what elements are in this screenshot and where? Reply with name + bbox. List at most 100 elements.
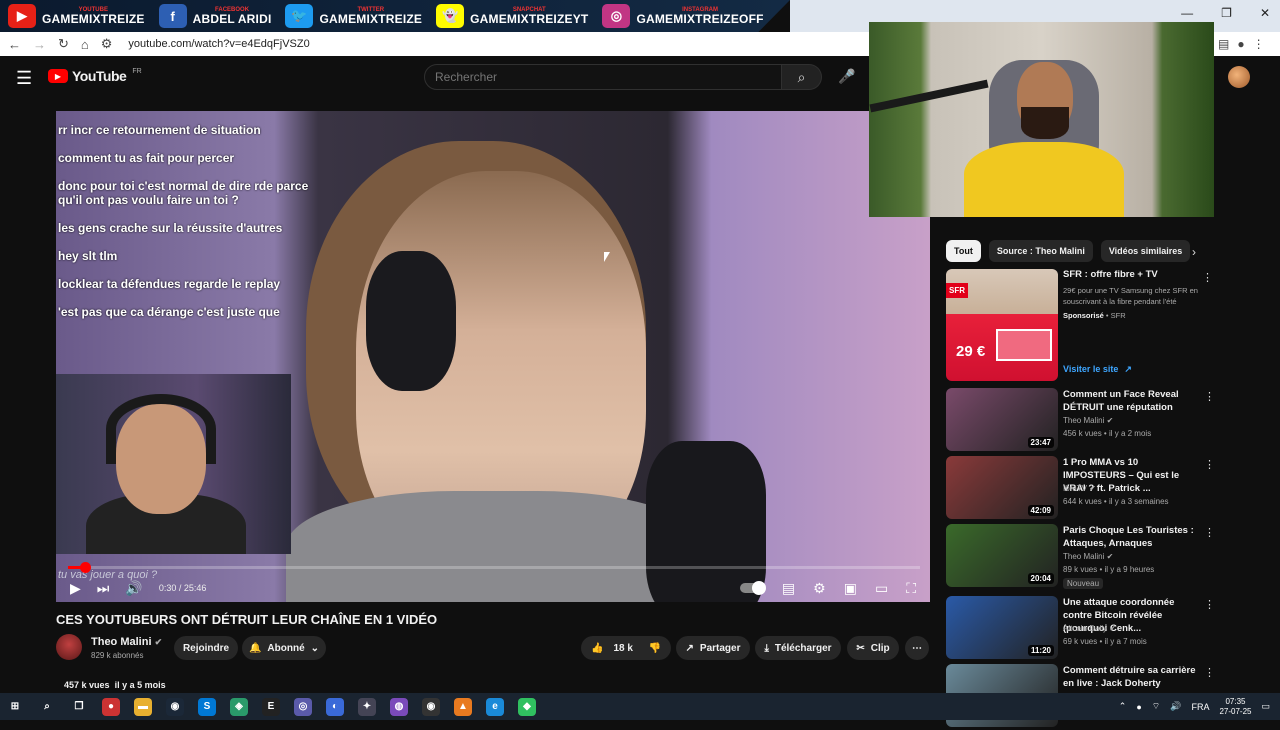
channel-avatar[interactable] bbox=[56, 634, 82, 660]
video-thumbnail[interactable]: 11:20 bbox=[946, 596, 1058, 659]
channel-name[interactable]: Theo Malini ✔ bbox=[1063, 416, 1113, 425]
volume-icon[interactable]: 🔊 bbox=[125, 580, 142, 597]
video-thumbnail[interactable]: 42:09 bbox=[946, 456, 1058, 519]
subscribed-button[interactable]: 🔔 Abonné ⌄ bbox=[242, 636, 326, 660]
channel-name[interactable]: IbraTV ✔ bbox=[1063, 484, 1096, 493]
sponsored-ad[interactable]: SFR 29 € SFR : offre fibre + TV 29€ pour… bbox=[946, 269, 1216, 381]
chat-message: donc pour toi c'est normal de dire rde p… bbox=[58, 179, 309, 207]
channel-name[interactable]: Theo Malini ✔ bbox=[91, 636, 162, 648]
hamburger-menu-icon[interactable]: ☰ bbox=[16, 68, 32, 89]
minimize-icon[interactable]: — bbox=[1181, 6, 1193, 20]
account-avatar[interactable] bbox=[1228, 66, 1250, 88]
forward-icon[interactable]: → bbox=[33, 37, 46, 52]
recommended-video[interactable]: 11:20 Une attaque coordonnée contre Bitco… bbox=[946, 596, 1216, 662]
subtitles-icon[interactable]: ▤ bbox=[782, 580, 795, 597]
network-icon[interactable]: ⌔ bbox=[1152, 701, 1160, 712]
app-icon-7[interactable]: ◆ bbox=[518, 697, 536, 716]
video-title[interactable]: Paris Choque Les Touristes : Attaques, A… bbox=[1063, 524, 1203, 550]
video-menu-icon[interactable]: ⋮ bbox=[1204, 526, 1215, 539]
obs-icon[interactable]: ◉ bbox=[422, 697, 440, 716]
video-thumbnail[interactable]: 20:04 bbox=[946, 524, 1058, 587]
dislike-icon[interactable]: 👎 bbox=[649, 643, 661, 654]
chip-2[interactable]: Vidéos similaires bbox=[1100, 240, 1191, 262]
progress-bar[interactable] bbox=[68, 562, 920, 573]
more-actions-icon[interactable]: ⋯ bbox=[905, 636, 929, 660]
search-button[interactable]: ⌕ bbox=[782, 64, 822, 90]
ad-menu-icon[interactable]: ⋮ bbox=[1202, 271, 1213, 284]
video-menu-icon[interactable]: ⋮ bbox=[1204, 666, 1215, 679]
reload-icon[interactable]: ↻ bbox=[58, 36, 69, 52]
more-icon[interactable]: ⋮ bbox=[1253, 37, 1265, 51]
clip-button[interactable]: ✂ Clip bbox=[847, 636, 899, 660]
app-icon-3[interactable]: ◎ bbox=[294, 697, 312, 716]
search-icon[interactable]: ⌕ bbox=[38, 698, 56, 716]
chrome-icon[interactable]: ◐ bbox=[326, 697, 344, 716]
filter-chips: Tout Source : Theo Malini Vidéos similaire… bbox=[946, 240, 1191, 262]
restore-icon[interactable]: ❐ bbox=[1221, 6, 1232, 20]
profile-icon[interactable]: ● bbox=[1237, 37, 1244, 51]
notifications-icon[interactable]: ▭ bbox=[1261, 701, 1270, 712]
chevron-right-icon[interactable]: › bbox=[1192, 245, 1196, 259]
channel-name[interactable]: Theo Malini ✔ bbox=[1063, 552, 1113, 561]
theater-mode-icon[interactable]: ▭ bbox=[875, 580, 888, 597]
like-icon[interactable]: 👍 bbox=[591, 643, 603, 654]
extensions-icon[interactable]: ▤ bbox=[1218, 37, 1229, 51]
ad-thumbnail[interactable]: SFR 29 € bbox=[946, 269, 1058, 381]
browser-toolbar: ← → ↻ ⌂ ⚙ youtube.com/watch?v=e4EdqFjVSZ… bbox=[0, 32, 870, 56]
snapchat-icon: 👻 bbox=[436, 4, 465, 28]
app-icon-1[interactable]: ● bbox=[102, 697, 120, 716]
fullscreen-icon[interactable]: ⛶ bbox=[906, 580, 916, 597]
app-icon-4[interactable]: ✦ bbox=[358, 697, 376, 716]
video-title[interactable]: Comment un Face Reveal DÉTRUIT une réput… bbox=[1063, 388, 1203, 414]
chip-0[interactable]: Tout bbox=[946, 240, 981, 262]
skype-icon[interactable]: S bbox=[198, 697, 216, 716]
recommended-video[interactable]: 42:09 1 Pro MMA vs 10 IMPOSTEURS – Qui es… bbox=[946, 456, 1216, 522]
channel-name[interactable]: Altcoin Daily ✔ bbox=[1063, 624, 1116, 633]
download-button[interactable]: ⤓ Télécharger bbox=[755, 636, 841, 660]
share-button[interactable]: ↗ Partager bbox=[676, 636, 750, 660]
address-bar[interactable]: youtube.com/watch?v=e4EdqFjVSZ0 bbox=[128, 38, 309, 50]
steam-icon[interactable]: ◉ bbox=[166, 697, 184, 716]
site-info-icon[interactable]: ⚙ bbox=[101, 36, 113, 52]
volume-tray-icon[interactable]: 🔊 bbox=[1170, 701, 1181, 712]
voice-search-icon[interactable]: 🎤 bbox=[838, 68, 855, 85]
join-button[interactable]: Rejoindre bbox=[174, 636, 238, 660]
download-icon: ⤓ bbox=[764, 642, 769, 654]
app-icon-6[interactable]: ▲ bbox=[454, 697, 472, 716]
miniplayer-icon[interactable]: ▣ bbox=[844, 580, 857, 597]
next-icon[interactable]: ⏭ bbox=[97, 580, 110, 597]
subscriber-count: 829 k abonnés bbox=[91, 651, 144, 660]
app-icon-2[interactable]: ◈ bbox=[230, 697, 248, 716]
recommended-video[interactable]: 23:47 Comment un Face Reveal DÉTRUIT une … bbox=[946, 388, 1216, 454]
browser-toolbar-right: ▤ ● ⋮ bbox=[1214, 32, 1280, 56]
clock[interactable]: 07:35 27-07-25 bbox=[1219, 697, 1251, 717]
chip-1[interactable]: Source : Theo Malini bbox=[988, 240, 1093, 262]
video-menu-icon[interactable]: ⋮ bbox=[1204, 598, 1215, 611]
video-thumbnail[interactable]: 23:47 bbox=[946, 388, 1058, 451]
language-indicator[interactable]: FRA bbox=[1191, 702, 1209, 712]
scrubber-handle[interactable] bbox=[80, 562, 92, 573]
search-input[interactable] bbox=[424, 64, 782, 90]
tray-app-icon[interactable]: ● bbox=[1136, 702, 1141, 712]
play-icon[interactable]: ▶ bbox=[70, 580, 81, 597]
epic-games-icon[interactable]: E bbox=[262, 697, 280, 716]
youtube-logo[interactable]: ▶ YouTube FR bbox=[48, 68, 142, 84]
visit-site-button[interactable]: Visiter le site ↗ bbox=[1063, 359, 1153, 379]
edge-icon[interactable]: e bbox=[486, 697, 504, 716]
close-icon[interactable]: ✕ bbox=[1260, 6, 1270, 20]
file-explorer-icon[interactable]: ▬ bbox=[134, 697, 152, 716]
tray-chevron-icon[interactable]: ⌃ bbox=[1119, 701, 1127, 712]
task-view-icon[interactable]: ❐ bbox=[70, 698, 88, 716]
autoplay-toggle[interactable] bbox=[739, 581, 766, 595]
back-icon[interactable]: ← bbox=[8, 37, 21, 52]
app-icon-5[interactable]: ◍ bbox=[390, 697, 408, 716]
video-menu-icon[interactable]: ⋮ bbox=[1204, 390, 1215, 403]
ad-title[interactable]: SFR : offre fibre + TV bbox=[1063, 269, 1158, 280]
video-player[interactable]: rr incr ce retournement de situation comm… bbox=[56, 111, 930, 602]
windows-start-icon[interactable]: ⊞ bbox=[6, 698, 24, 716]
settings-icon[interactable]: ⚙ bbox=[813, 580, 826, 597]
video-menu-icon[interactable]: ⋮ bbox=[1204, 458, 1215, 471]
video-title[interactable]: Comment détruire sa carrière en live : J… bbox=[1063, 664, 1203, 690]
home-icon[interactable]: ⌂ bbox=[81, 37, 89, 52]
recommended-video[interactable]: 20:04 Paris Choque Les Touristes : Attaqu… bbox=[946, 524, 1216, 590]
